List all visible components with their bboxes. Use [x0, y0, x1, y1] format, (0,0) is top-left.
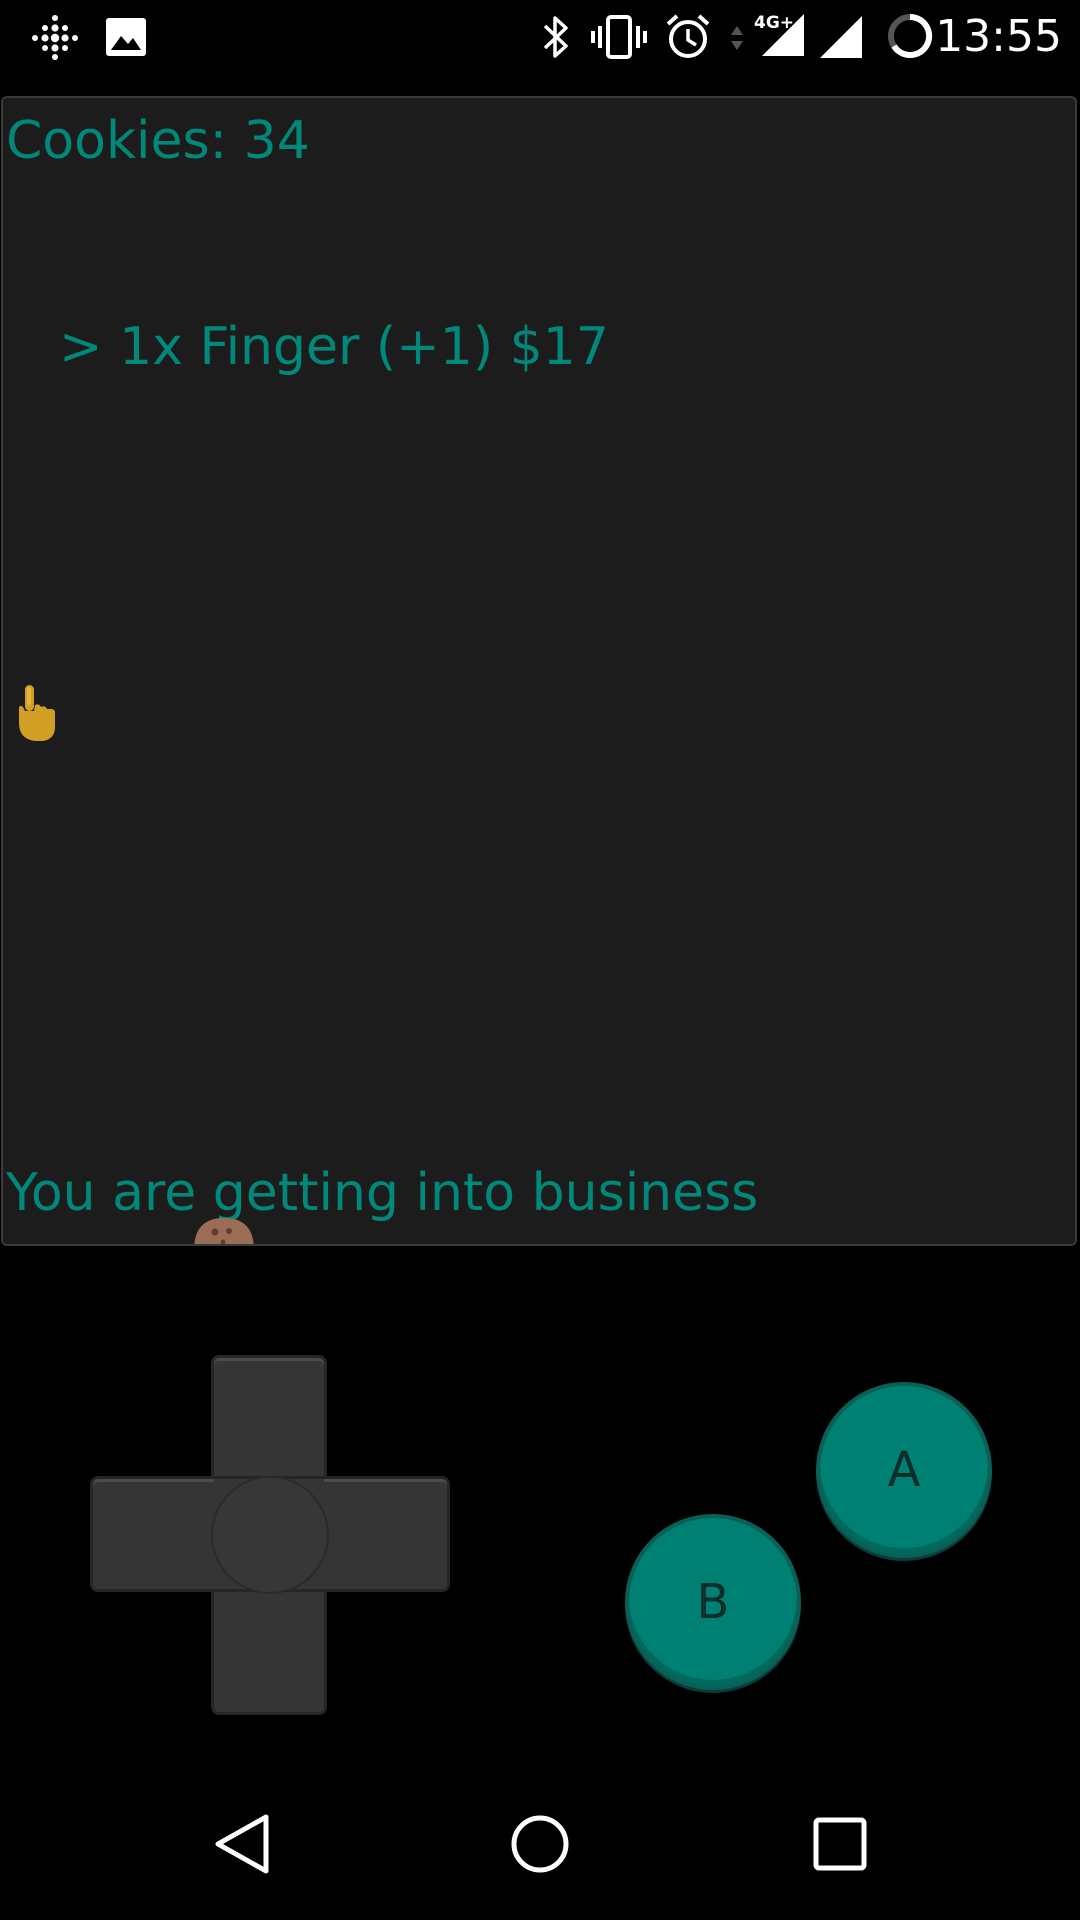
- data-arrows-icon: [731, 26, 743, 50]
- dpad-down-button[interactable]: [211, 1594, 327, 1715]
- bluetooth-icon: [543, 16, 568, 58]
- game-screen[interactable]: Cookies: 34 > 1x Finger (+1) $17 You are…: [1, 96, 1077, 1246]
- battery-icon: [888, 13, 933, 58]
- fitbit-icon: [32, 15, 78, 60]
- dpad[interactable]: [90, 1355, 450, 1715]
- back-icon[interactable]: [212, 1812, 272, 1876]
- navigation-bar: [0, 1776, 1080, 1920]
- a-button[interactable]: A: [816, 1382, 992, 1558]
- cookie-icon: [194, 1218, 254, 1244]
- home-icon[interactable]: [508, 1812, 572, 1876]
- signal-icon: [820, 16, 862, 58]
- svg-text:4G+: 4G+: [754, 13, 794, 33]
- b-button[interactable]: B: [625, 1514, 801, 1690]
- recents-icon[interactable]: [812, 1816, 868, 1872]
- status-bar: 4G+ 13:55: [0, 0, 1080, 75]
- shop-item-finger[interactable]: > 1x Finger (+1) $17: [59, 312, 609, 382]
- dpad-center: [211, 1476, 329, 1594]
- dpad-right-button[interactable]: [329, 1476, 450, 1592]
- cookies-counter: Cookies: 34: [6, 111, 310, 171]
- finger-pointer-icon: [19, 685, 55, 741]
- status-message: You are getting into business: [6, 1163, 759, 1223]
- dpad-left-button[interactable]: [90, 1476, 211, 1592]
- signal-4g-icon: 4G+: [754, 13, 804, 56]
- status-time: 13:55: [935, 11, 1062, 62]
- alarm-icon: [666, 14, 710, 58]
- emulator-app: 4G+ 13:55 Cookies: 34 > 1x Finger (+1) $…: [0, 0, 1080, 1920]
- dpad-up-button[interactable]: [211, 1355, 327, 1476]
- vibrate-icon: [591, 15, 647, 59]
- image-icon: [106, 18, 146, 56]
